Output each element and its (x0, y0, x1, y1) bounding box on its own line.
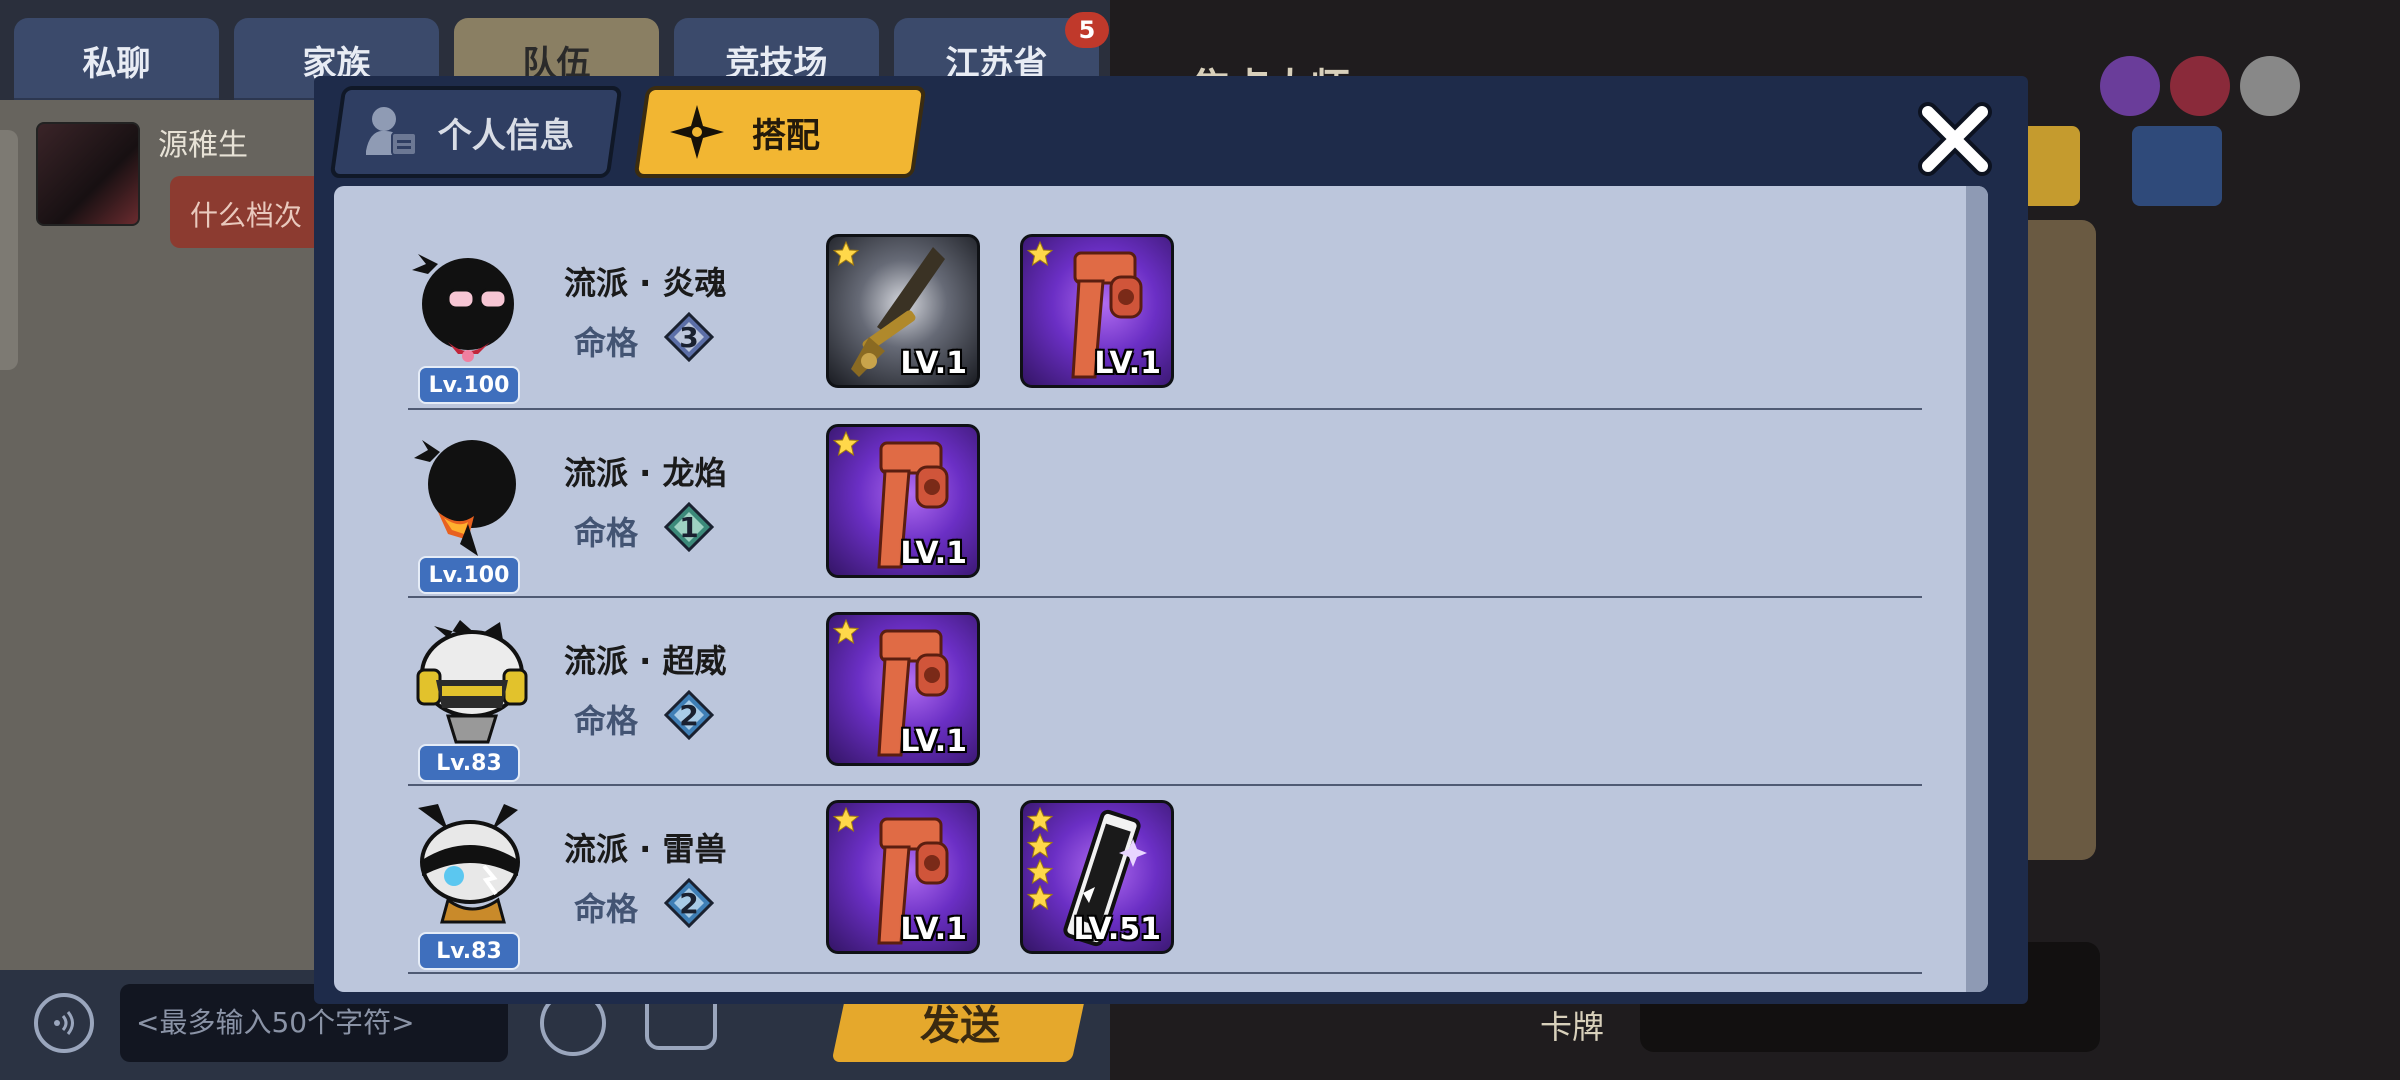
level-badge: Lv.83 (418, 932, 520, 970)
school-name: 流派 · 雷兽 (564, 830, 727, 868)
tab-loadout[interactable]: 搭配 (633, 86, 927, 178)
voice-icon (54, 1011, 74, 1035)
card-slot (2132, 126, 2222, 206)
equipment-slot[interactable]: LV.1 (826, 612, 980, 766)
voice-button[interactable] (34, 993, 94, 1053)
sender-avatar[interactable] (36, 122, 140, 226)
list-scrollbar[interactable] (1966, 186, 1988, 992)
fate-label: 命格 (574, 324, 639, 362)
loadout-list[interactable]: Lv.100 流派 · 炎魂 命格 3 LV.1 LV.1 Lv.100 流派 … (334, 186, 1988, 992)
level-badge: Lv.100 (418, 556, 520, 594)
equipment-slot[interactable]: LV.51 (1020, 800, 1174, 954)
profile-icon (366, 107, 418, 156)
character-row[interactable]: Lv.100 流派 · 炎魂 命格 3 LV.1 LV.1 (408, 234, 1928, 422)
item-level: LV.1 (900, 536, 967, 571)
close-icon (1918, 102, 1992, 176)
row-divider (408, 408, 1922, 410)
tab-personal-info[interactable]: 个人信息 (329, 86, 623, 178)
fate-value: 2 (679, 886, 699, 920)
school-name: 流派 · 炎魂 (564, 264, 727, 302)
fate-value: 3 (679, 320, 699, 354)
trait-icon (2170, 56, 2230, 116)
fate-label: 命格 (574, 514, 639, 552)
character-row[interactable]: Lv.83 流派 · 超威 命格 2 LV.1 (408, 612, 1928, 800)
equipment-slot[interactable]: LV.1 (1020, 234, 1174, 388)
level-badge: Lv.83 (418, 744, 520, 782)
ninja-portrait (414, 440, 516, 556)
ninja-portrait (412, 254, 514, 362)
fate-badge: 2 (663, 689, 715, 741)
close-button[interactable] (1912, 96, 1998, 182)
item-level: LV.1 (1094, 346, 1161, 381)
equipment-slot[interactable]: LV.1 (826, 424, 980, 578)
fate-value: 2 (679, 698, 699, 732)
tab-label: 个人信息 (438, 115, 574, 156)
row-divider (408, 784, 1922, 786)
tab-label: 搭配 (752, 115, 820, 156)
character-row[interactable]: Lv.100 流派 · 龙焰 命格 1 LV.1 (408, 424, 1928, 612)
chat-side-handle[interactable] (0, 130, 18, 370)
fate-value: 1 (679, 510, 699, 544)
trait-icon (2100, 56, 2160, 116)
card-label: 卡牌 (1540, 1008, 1605, 1046)
item-level: LV.1 (900, 346, 967, 381)
helmet-portrait (416, 620, 528, 744)
fate-badge: 3 (663, 311, 715, 363)
item-level: LV.1 (900, 724, 967, 759)
item-level: LV.1 (900, 912, 967, 947)
character-row[interactable]: Lv.83 流派 · 雷兽 命格 2 LV.1 LV.51 (408, 800, 1928, 988)
item-level: LV.51 (1073, 912, 1161, 947)
trait-icon (2240, 56, 2300, 116)
fate-label: 命格 (574, 702, 639, 740)
row-divider (408, 596, 1922, 598)
level-badge: Lv.100 (418, 366, 520, 404)
shuriken-icon (670, 105, 724, 159)
row-divider (408, 972, 1922, 974)
fate-badge: 1 (663, 501, 715, 553)
fate-badge: 2 (663, 877, 715, 929)
tab-label: 私聊 (82, 43, 151, 84)
tab-private-chat[interactable]: 私聊 (14, 18, 219, 102)
equipment-slot[interactable]: LV.1 (826, 800, 980, 954)
sender-name: 源稚生 (158, 128, 248, 163)
school-name: 流派 · 龙焰 (564, 454, 727, 492)
school-name: 流派 · 超威 (564, 642, 727, 680)
unread-badge: 5 (1065, 12, 1109, 48)
fate-label: 命格 (574, 890, 639, 928)
raccoon-portrait (418, 804, 520, 924)
equipment-slot[interactable]: LV.1 (826, 234, 980, 388)
